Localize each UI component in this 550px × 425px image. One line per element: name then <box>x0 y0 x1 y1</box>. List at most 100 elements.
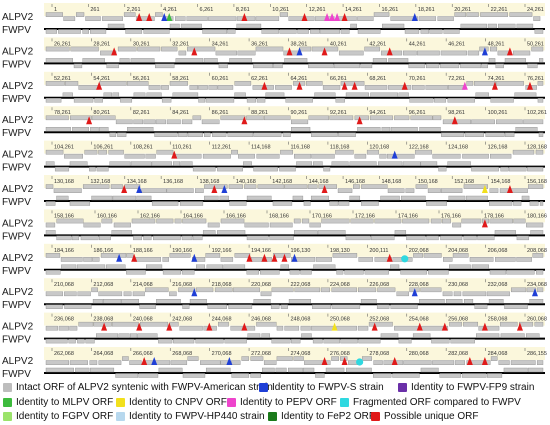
alpv2-orf <box>300 325 311 331</box>
tick-label: 216,068 <box>172 282 192 288</box>
alpv2-orf <box>512 50 531 56</box>
fragmented-orf-marker <box>356 358 364 366</box>
tick-label: 38,261 <box>291 41 308 47</box>
tick-label: 36,261 <box>251 41 268 47</box>
alpv2-orf <box>405 188 415 193</box>
alpv2-orf <box>85 16 101 21</box>
fwpv-orf <box>82 29 89 34</box>
alpv2-orf <box>131 218 156 224</box>
alpv2-orf <box>432 153 461 159</box>
fwpv-orf <box>262 367 275 373</box>
tick-label: 178,166 <box>484 213 504 219</box>
alpv2-orf <box>53 188 82 193</box>
alpv2-orf <box>466 81 474 86</box>
fwpv-orf <box>256 98 266 103</box>
fwpv-orf <box>420 161 438 166</box>
alpv2-orf <box>332 253 358 258</box>
alpv2-orf <box>45 149 64 155</box>
alpv2-orf <box>255 16 280 21</box>
fwpv-orf <box>180 23 202 29</box>
alpv2-orf <box>69 325 78 331</box>
alpv2-orf <box>45 115 69 121</box>
fwpv-orf <box>106 63 119 69</box>
fwpv-orf <box>162 270 181 275</box>
fwpv-orf <box>121 299 139 304</box>
tick-label: 172,166 <box>355 213 375 219</box>
fwpv-orf <box>474 304 488 309</box>
alpv2-orf <box>423 253 442 258</box>
alpv2-orf <box>307 184 318 189</box>
fwpv-orf <box>345 235 371 241</box>
row-label-alpv2: ALPV2 <box>2 150 34 161</box>
tick-label: 280,068 <box>409 351 429 357</box>
tick-label: 190,166 <box>172 248 192 254</box>
tick-label: 261 <box>90 7 99 13</box>
fwpv-orf <box>426 235 439 241</box>
alpv2-orf <box>141 188 167 193</box>
fwpv-orf <box>179 201 204 206</box>
alpv2-orf <box>369 115 393 121</box>
tick-label: 26,261 <box>54 41 71 47</box>
fwpv-orf <box>380 333 399 338</box>
alpv2-orf <box>526 222 544 228</box>
fwpv-orf <box>169 23 180 29</box>
tick-label: 266,068 <box>133 351 153 357</box>
fwpv-orf <box>345 367 372 373</box>
alpv2-orf <box>111 321 139 327</box>
fwpv-orf <box>508 166 527 172</box>
alpv2-orf <box>461 218 482 224</box>
alpv2-orf <box>174 16 186 21</box>
alpv2-orf <box>256 321 277 327</box>
alpv2-orf <box>311 325 335 331</box>
alpv2-orf <box>336 325 357 331</box>
alpv2-orf <box>301 218 310 224</box>
tick-label: 212,068 <box>93 282 113 288</box>
tick-label: 158,166 <box>54 213 74 219</box>
legend-swatch <box>116 398 125 407</box>
alpv2-orf <box>496 119 523 125</box>
alpv2-orf <box>321 218 350 224</box>
fwpv-orf <box>173 161 181 166</box>
row-label-alpv2: ALPV2 <box>2 356 34 367</box>
fwpv-orf <box>489 270 507 275</box>
fwpv-orf <box>181 235 193 241</box>
fwpv-orf <box>336 270 344 275</box>
fwpv-orf <box>77 338 85 344</box>
fwpv-orf <box>390 264 400 269</box>
tick-label: 66,261 <box>330 76 347 82</box>
fwpv-orf <box>118 333 130 338</box>
fwpv-orf <box>349 195 361 201</box>
alpv2-orf <box>413 253 423 258</box>
tick-label: 2,261 <box>127 7 141 13</box>
row-label-alpv2: ALPV2 <box>2 322 34 333</box>
alpv2-orf <box>394 115 410 121</box>
fwpv-orf <box>460 63 482 69</box>
fwpv-orf <box>72 126 89 132</box>
fwpv-orf <box>329 201 339 206</box>
alpv2-orf <box>70 46 99 52</box>
alpv2-orf <box>335 149 354 155</box>
fwpv-orf <box>45 304 63 309</box>
fwpv-orf <box>445 299 463 304</box>
tick-label: 258,068 <box>488 317 508 323</box>
alpv2-orf <box>269 222 293 228</box>
fwpv-orf <box>217 230 246 235</box>
tick-label: 234,068 <box>527 282 547 288</box>
alpv2-orf <box>145 153 156 159</box>
fwpv-orf <box>448 195 466 201</box>
tick-label: 98,261 <box>448 110 465 116</box>
fwpv-orf <box>146 264 163 269</box>
fwpv-orf <box>420 29 429 34</box>
fwpv-orf <box>312 338 323 344</box>
alpv2-orf <box>186 16 208 21</box>
alpv2-orf <box>169 253 191 258</box>
fragmented-orf-marker <box>401 255 409 263</box>
fwpv-orf <box>136 195 152 201</box>
fwpv-orf <box>529 299 544 304</box>
fwpv-orf <box>205 367 231 373</box>
fwpv-orf <box>273 63 283 69</box>
fwpv-orf <box>292 195 304 201</box>
alpv2-orf <box>306 81 323 86</box>
fwpv-orf <box>73 98 94 103</box>
legend-item-fragmented-orf: Fragmented ORF compared to FWPV <box>340 396 521 409</box>
